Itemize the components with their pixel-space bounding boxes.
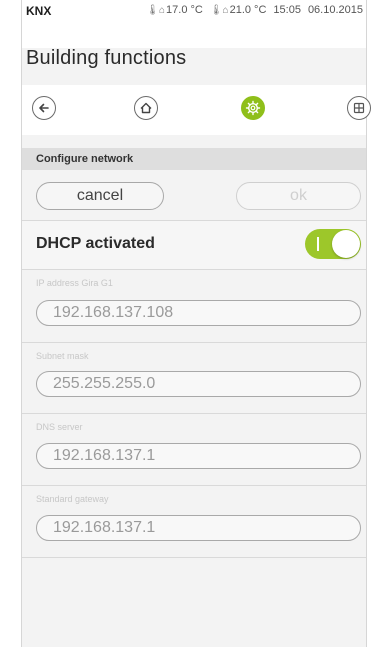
dhcp-label: DHCP activated: [36, 235, 155, 252]
ip-address-group: IP address Gira G1 192.168.137.108: [22, 270, 366, 342]
toggle-on-indicator: [317, 237, 319, 251]
standard-gateway-field[interactable]: 192.168.137.1: [36, 515, 361, 541]
subnet-mask-group: Subnet mask 255.255.255.0: [22, 343, 366, 413]
ip-address-field[interactable]: 192.168.137.108: [36, 300, 361, 326]
settings-gear-icon: [245, 100, 261, 116]
back-button[interactable]: [32, 96, 56, 120]
dhcp-row: DHCP activated: [22, 221, 366, 269]
field-label: Subnet mask: [36, 351, 89, 361]
field-divider: [22, 557, 366, 558]
toggle-knob: [332, 230, 360, 258]
outside-temperature: 🌡⌂21.0 °C: [209, 4, 267, 16]
cancel-button[interactable]: cancel: [36, 182, 164, 210]
back-arrow-icon: [39, 103, 49, 113]
home-icon: [140, 102, 152, 114]
dns-server-group: DNS server 192.168.137.1: [22, 414, 366, 484]
settings-button[interactable]: [241, 96, 265, 120]
inside-temperature: 🌡⌂17.0 °C: [146, 4, 203, 16]
ok-button[interactable]: ok: [236, 182, 361, 210]
field-label: IP address Gira G1: [36, 278, 113, 288]
app-name: KNX: [26, 4, 52, 18]
grid-button[interactable]: [347, 96, 371, 120]
device-screen: KNX 🌡⌂17.0 °C 🌡⌂21.0 °C 15:05 06.10.2015…: [21, 0, 371, 647]
navigation-bar: [22, 85, 371, 135]
field-label: Standard gateway: [36, 494, 109, 504]
home-button[interactable]: [134, 96, 158, 120]
grid-icon: [353, 102, 365, 114]
section-header: Configure network: [22, 148, 366, 170]
status-date: 06.10.2015: [307, 4, 363, 16]
status-bar: KNX 🌡⌂17.0 °C 🌡⌂21.0 °C 15:05 06.10.2015…: [22, 0, 366, 69]
field-label: DNS server: [36, 422, 83, 432]
page-title: Building functions: [26, 47, 187, 69]
subnet-mask-field[interactable]: 255.255.255.0: [36, 371, 361, 397]
dns-server-field[interactable]: 192.168.137.1: [36, 443, 361, 469]
status-time: 15:05: [273, 4, 301, 16]
thermometer-inside-icon: 🌡⌂: [146, 5, 166, 16]
dhcp-toggle[interactable]: [305, 229, 361, 259]
standard-gateway-group: Standard gateway 192.168.137.1: [22, 486, 366, 556]
status-info: 🌡⌂17.0 °C 🌡⌂21.0 °C 15:05 06.10.2015: [146, 4, 363, 16]
thermometer-outside-icon: 🌡⌂: [209, 5, 229, 16]
